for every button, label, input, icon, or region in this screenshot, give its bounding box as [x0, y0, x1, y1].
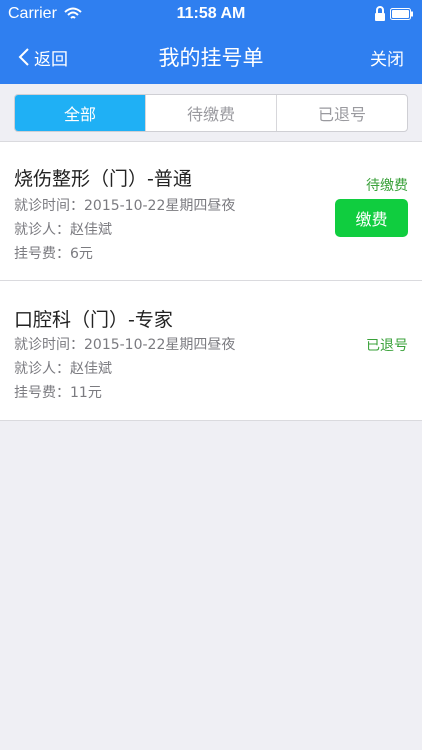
top-bar: Carrier 11:58 AM 返回 我的挂号单 关闭: [0, 0, 422, 84]
page-title: 我的挂号单: [158, 46, 264, 70]
registration-list: 烧伤整形（门）-普通 就诊时间：2015-10-22星期四昼夜 就诊人：赵佳斌 …: [0, 141, 422, 421]
list-item[interactable]: 烧伤整形（门）-普通 就诊时间：2015-10-22星期四昼夜 就诊人：赵佳斌 …: [0, 142, 422, 281]
patient-name: 就诊人：赵佳斌: [14, 361, 112, 377]
patient-name: 就诊人：赵佳斌: [14, 222, 112, 238]
list-item[interactable]: 口腔科（门）-专家 就诊时间：2015-10-22星期四昼夜 就诊人：赵佳斌 挂…: [0, 281, 422, 420]
visit-time: 就诊时间：2015-10-22星期四昼夜: [14, 337, 236, 353]
filter-tabs: 全部 待缴费 已退号: [14, 94, 408, 132]
battery-icon: [390, 8, 413, 20]
status-bar: Carrier 11:58 AM: [0, 0, 422, 30]
record-title: 口腔科（门）-专家: [14, 309, 173, 331]
tab-cancelled[interactable]: 已退号: [276, 95, 407, 131]
tab-pending-payment[interactable]: 待缴费: [145, 95, 276, 131]
status-time: 11:58 AM: [176, 5, 246, 22]
status-badge: 已退号: [366, 338, 408, 354]
registration-fee: 挂号费：11元: [14, 385, 102, 401]
status-badge: 待缴费: [366, 178, 408, 194]
lock-icon: [375, 6, 385, 21]
tab-all[interactable]: 全部: [15, 95, 145, 131]
visit-time: 就诊时间：2015-10-22星期四昼夜: [14, 198, 236, 214]
record-title: 烧伤整形（门）-普通: [14, 168, 192, 190]
navigation-bar: 返回 我的挂号单 关闭: [0, 30, 422, 84]
registration-fee: 挂号费：6元: [14, 246, 93, 262]
pay-button[interactable]: 缴费: [335, 199, 408, 237]
close-button[interactable]: 关闭: [370, 45, 404, 70]
